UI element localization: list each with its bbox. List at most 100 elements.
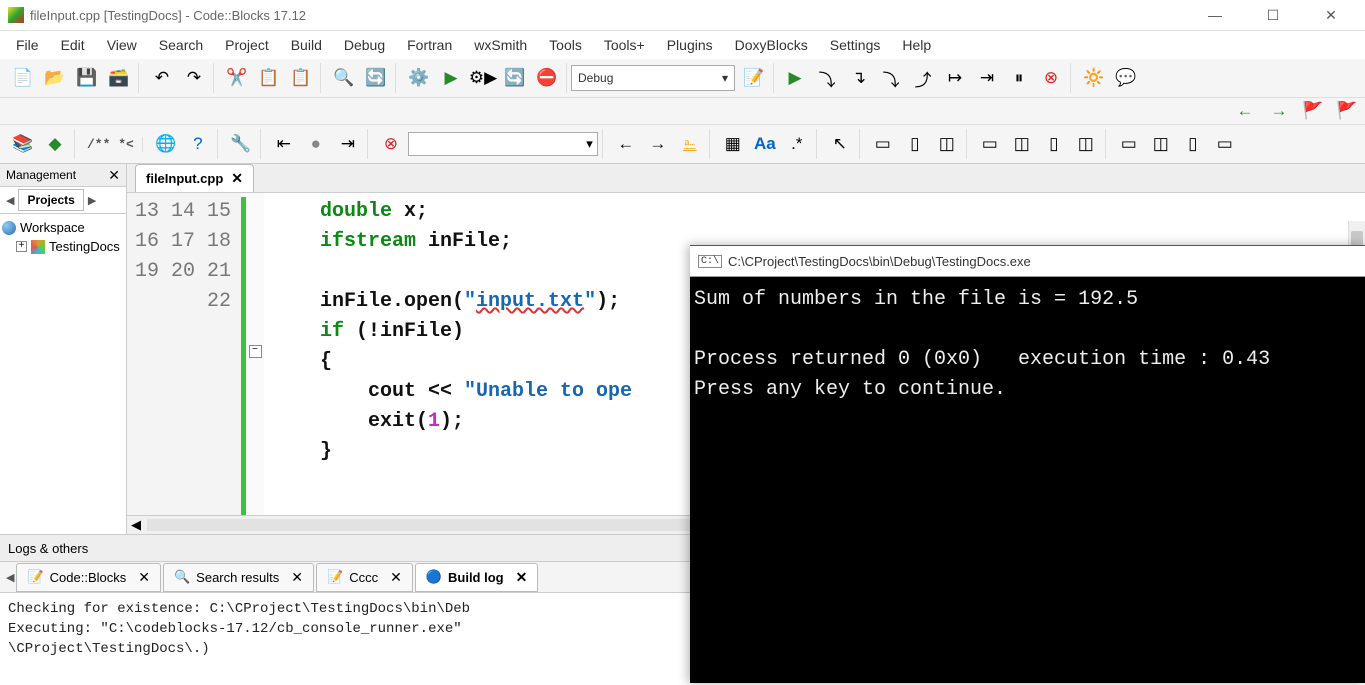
layout6-icon[interactable]: ▯ <box>1039 129 1069 159</box>
cut-icon[interactable]: ✂️ <box>222 63 252 93</box>
logs-tab-build-log[interactable]: 🔵Build log✕ <box>415 563 539 592</box>
menu-view[interactable]: View <box>97 33 147 57</box>
break-icon[interactable]: ⏸ <box>1004 63 1034 93</box>
layout3-icon[interactable]: ◫ <box>932 129 962 159</box>
debug-run-icon[interactable]: ▶ <box>780 63 810 93</box>
logs-tab-prev-icon[interactable]: ◀ <box>6 571 14 584</box>
menu-debug[interactable]: Debug <box>334 33 395 57</box>
targets-icon[interactable]: 📝 <box>739 63 769 93</box>
console-titlebar[interactable]: C:\ C:\CProject\TestingDocs\bin\Debug\Te… <box>690 246 1365 277</box>
step-into-icon[interactable]: ⤵ <box>876 63 906 93</box>
menu-wxsmith[interactable]: wxSmith <box>464 33 537 57</box>
build-run-icon[interactable]: ⚙▶ <box>468 63 498 93</box>
wrench-icon[interactable]: 🔧 <box>226 129 256 159</box>
stop-debug-icon[interactable]: ⊗ <box>1036 63 1066 93</box>
menu-project[interactable]: Project <box>215 33 279 57</box>
copy-icon[interactable]: 📋 <box>254 63 284 93</box>
regex-icon[interactable]: .* <box>782 129 812 159</box>
paste-icon[interactable]: 📋 <box>286 63 316 93</box>
menu-doxyblocks[interactable]: DoxyBlocks <box>725 33 818 57</box>
maximize-button[interactable]: ☐ <box>1253 4 1293 26</box>
redo-icon[interactable]: ↷ <box>179 63 209 93</box>
tab-close-icon[interactable]: ✕ <box>291 569 303 586</box>
menu-plugins[interactable]: Plugins <box>657 33 723 57</box>
step-instr-icon[interactable]: ⇥ <box>972 63 1002 93</box>
build-target-combo[interactable]: Debug ▾ <box>571 65 735 91</box>
code-text[interactable]: double x; ifstream inFile; inFile.open("… <box>264 193 640 515</box>
comment-tool-label[interactable]: /** *< <box>83 137 138 152</box>
logs-tab-cccc[interactable]: 📝Cccc✕ <box>316 563 413 592</box>
find-prev-icon[interactable]: ← <box>611 129 641 159</box>
match-case-icon[interactable]: Aa <box>750 129 780 159</box>
menu-tools[interactable]: Tools+ <box>594 33 655 57</box>
find-icon[interactable]: 🔍 <box>329 63 359 93</box>
debug-windows-icon[interactable]: 🔆 <box>1079 63 1109 93</box>
menu-search[interactable]: Search <box>149 33 213 57</box>
jump-fwd-icon[interactable]: → <box>1267 100 1291 122</box>
bookmark-next-icon[interactable]: 🚩 <box>1335 100 1359 122</box>
logs-tab-search-results[interactable]: 🔍Search results✕ <box>163 563 314 592</box>
layout9-icon[interactable]: ◫ <box>1146 129 1176 159</box>
close-button[interactable]: ✕ <box>1311 4 1351 26</box>
prev-mark-icon[interactable]: ⇤ <box>269 129 299 159</box>
build-icon[interactable]: ⚙️ <box>404 63 434 93</box>
next-mark-icon[interactable]: ⇥ <box>333 129 363 159</box>
doxy-web-icon[interactable]: 🌐 <box>151 129 181 159</box>
layout1-icon[interactable]: ▭ <box>868 129 898 159</box>
fold-toggle-icon[interactable]: − <box>249 345 262 358</box>
menu-tools[interactable]: Tools <box>539 33 592 57</box>
menu-settings[interactable]: Settings <box>820 33 891 57</box>
clear-icon[interactable]: ⊗ <box>376 129 406 159</box>
layout5-icon[interactable]: ◫ <box>1007 129 1037 159</box>
layout2-icon[interactable]: ▯ <box>900 129 930 159</box>
rebuild-icon[interactable]: 🔄 <box>500 63 530 93</box>
tab-close-icon[interactable]: ✕ <box>138 569 150 586</box>
minimize-button[interactable]: — <box>1195 4 1235 26</box>
doxy-run-icon[interactable]: ◆ <box>40 129 70 159</box>
next-instr-icon[interactable]: ↦ <box>940 63 970 93</box>
abort-icon[interactable]: ⛔ <box>532 63 562 93</box>
editor-tab-close-icon[interactable]: ✕ <box>231 170 243 187</box>
record-icon[interactable]: ● <box>301 129 331 159</box>
layout4-icon[interactable]: ▭ <box>975 129 1005 159</box>
highlight-icon[interactable]: ⎁ <box>675 129 705 159</box>
layout10-icon[interactable]: ▯ <box>1178 129 1208 159</box>
menu-build[interactable]: Build <box>281 33 332 57</box>
workspace-node[interactable]: Workspace <box>2 218 124 237</box>
jump-back-icon[interactable]: ← <box>1233 100 1257 122</box>
tree-expand-icon[interactable]: + <box>16 241 27 252</box>
tab-close-icon[interactable]: ✕ <box>390 569 402 586</box>
undo-icon[interactable]: ↶ <box>147 63 177 93</box>
run-icon[interactable]: ▶ <box>436 63 466 93</box>
new-file-icon[interactable]: 📄 <box>8 63 38 93</box>
management-close-icon[interactable]: ✕ <box>108 167 120 184</box>
step-out-icon[interactable]: ⤴ <box>908 63 938 93</box>
info-icon[interactable]: 💬 <box>1111 63 1141 93</box>
search-combo[interactable]: ▾ <box>408 132 598 156</box>
mgmt-tab-prev-icon[interactable]: ◀ <box>6 194 14 207</box>
layout7-icon[interactable]: ◫ <box>1071 129 1101 159</box>
mgmt-tab-next-icon[interactable]: ▶ <box>88 194 96 207</box>
tab-close-icon[interactable]: ✕ <box>516 569 528 586</box>
project-node[interactable]: + TestingDocs <box>2 237 124 256</box>
menu-help[interactable]: Help <box>892 33 941 57</box>
layout11-icon[interactable]: ▭ <box>1210 129 1240 159</box>
menu-edit[interactable]: Edit <box>51 33 95 57</box>
cursor-icon[interactable]: ↖ <box>825 129 855 159</box>
next-line-icon[interactable]: ↴ <box>844 63 874 93</box>
doxy-help-icon[interactable]: ? <box>183 129 213 159</box>
save-all-icon[interactable]: 🗃️ <box>104 63 134 93</box>
selection-icon[interactable]: ▦ <box>718 129 748 159</box>
editor-tab[interactable]: fileInput.cpp ✕ <box>135 164 254 192</box>
save-icon[interactable]: 💾 <box>72 63 102 93</box>
projects-tab[interactable]: Projects <box>18 189 83 211</box>
menu-file[interactable]: File <box>6 33 49 57</box>
menu-fortran[interactable]: Fortran <box>397 33 462 57</box>
doxy-icon[interactable]: 📚 <box>8 129 38 159</box>
open-file-icon[interactable]: 📂 <box>40 63 70 93</box>
logs-tab-code-blocks[interactable]: 📝Code::Blocks✕ <box>16 563 161 592</box>
scroll-left-icon[interactable]: ◀ <box>131 517 141 533</box>
run-to-cursor-icon[interactable]: ⤵ <box>812 63 842 93</box>
find-next-icon[interactable]: → <box>643 129 673 159</box>
layout8-icon[interactable]: ▭ <box>1114 129 1144 159</box>
